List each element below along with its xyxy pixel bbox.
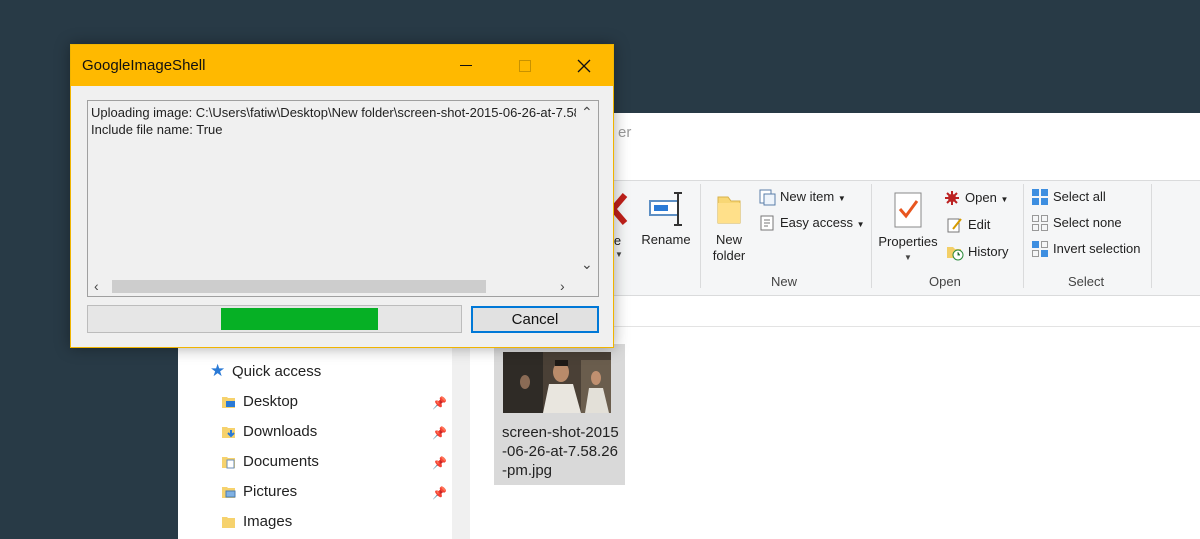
rename-icon: [649, 192, 682, 226]
log-text: Uploading image: C:\Users\fatiw\Desktop\…: [91, 104, 577, 138]
nav-item-label: Downloads: [243, 423, 318, 440]
open-dropdown-icon: ▼: [1000, 195, 1009, 204]
nav-item-images[interactable]: Images: [221, 511, 451, 533]
edit-button[interactable]: Edit: [946, 215, 1006, 235]
new-group-label: New: [771, 274, 798, 289]
new-folder-label-1: New: [715, 232, 742, 247]
file-thumbnail: [503, 352, 611, 413]
open-group-label: Open: [929, 274, 961, 289]
dialog-title-bar[interactable]: GoogleImageShell: [71, 45, 613, 86]
properties-dropdown-icon: ▼: [904, 253, 912, 262]
history-icon: [946, 243, 964, 261]
invert-selection-label: Invert selection: [1053, 241, 1141, 256]
properties-icon: [894, 192, 922, 228]
ribbon-separator: [1023, 184, 1024, 288]
properties-label: Properties: [878, 234, 938, 249]
easy-access-icon: [758, 214, 776, 232]
invert-selection-button[interactable]: Invert selection: [1031, 239, 1151, 259]
minimize-icon: [460, 65, 472, 67]
upload-dialog: GoogleImageShell Uploading image: C:\Use…: [70, 44, 614, 348]
explorer-title: er: [618, 124, 632, 141]
rename-label: Rename: [641, 232, 691, 247]
nav-item-label: Images: [243, 513, 293, 530]
new-item-button[interactable]: New item ▼: [758, 187, 868, 207]
select-none-label: Select none: [1053, 215, 1122, 230]
nav-item-downloads[interactable]: Downloads: [221, 421, 451, 443]
easy-access-label: Easy access: [780, 215, 853, 230]
new-item-dropdown-icon: ▼: [837, 194, 846, 203]
close-icon: [577, 59, 591, 73]
history-button[interactable]: History: [946, 242, 1016, 262]
downloads-folder-icon: [221, 424, 237, 440]
open-icon: [943, 189, 961, 207]
new-item-icon: [758, 188, 776, 206]
upload-progress-bar: [87, 305, 462, 333]
log-textbox[interactable]: Uploading image: C:\Users\fatiw\Desktop\…: [87, 100, 599, 297]
pin-icon[interactable]: 📌: [432, 487, 447, 499]
file-item[interactable]: screen-shot-2015-06-26-at-7.58.26-pm.jpg: [494, 344, 625, 485]
folder-icon: [221, 514, 237, 530]
nav-item-label: Desktop: [243, 393, 299, 410]
select-all-label: Select all: [1053, 189, 1106, 204]
rename-button[interactable]: Rename: [639, 191, 693, 271]
new-item-label: New item: [780, 189, 835, 204]
scroll-down-icon[interactable]: ⌄: [581, 257, 593, 271]
horizontal-scrollbar[interactable]: ‹ ›: [88, 276, 576, 296]
new-folder-label-2: folder: [712, 248, 746, 263]
easy-access-button[interactable]: Easy access ▼: [758, 213, 868, 233]
vertical-scrollbar[interactable]: ⌃ ⌄: [576, 101, 598, 275]
navigation-scrollbar[interactable]: [452, 335, 470, 539]
select-none-button[interactable]: Select none: [1031, 213, 1141, 233]
pin-icon[interactable]: 📌: [432, 457, 447, 469]
log-line: Uploading image: C:\Users\fatiw\Desktop\…: [91, 105, 577, 120]
cancel-button[interactable]: Cancel: [471, 306, 599, 333]
easy-access-dropdown-icon: ▼: [856, 220, 865, 229]
nav-item-desktop[interactable]: Desktop: [221, 391, 451, 413]
nav-item-documents[interactable]: Documents: [221, 451, 451, 473]
select-all-icon: [1031, 188, 1049, 206]
navigation-pane: ⌃ ★ Quick access Desktop Downloads Docum…: [178, 323, 470, 539]
new-folder-button[interactable]: New folder: [708, 191, 750, 271]
select-group-label: Select: [1068, 274, 1105, 289]
documents-folder-icon: [221, 454, 237, 470]
nav-item-label: Documents: [243, 453, 319, 470]
select-all-button[interactable]: Select all: [1031, 187, 1141, 207]
scroll-right-icon[interactable]: ›: [560, 279, 565, 293]
scroll-left-icon[interactable]: ‹: [94, 279, 99, 293]
close-button[interactable]: [561, 45, 607, 86]
minimize-button[interactable]: [443, 45, 489, 86]
nav-item-pictures[interactable]: Pictures: [221, 481, 451, 503]
ribbon-separator: [871, 184, 872, 288]
nav-item-quick-access[interactable]: ★ Quick access: [210, 361, 430, 383]
desktop-folder-icon: [221, 394, 237, 410]
properties-button[interactable]: Properties ▼: [876, 191, 940, 271]
nav-item-label: Pictures: [243, 483, 298, 500]
progress-fill: [221, 308, 378, 330]
invert-selection-icon: [1031, 240, 1049, 258]
new-folder-icon: [717, 196, 741, 224]
pin-icon[interactable]: 📌: [432, 397, 447, 409]
maximize-icon: [519, 59, 531, 72]
nav-item-label: Quick access: [232, 363, 322, 380]
maximize-button: [502, 45, 548, 86]
ribbon-separator: [1151, 184, 1152, 288]
open-label: Open: [965, 190, 997, 205]
edit-icon: [946, 216, 964, 234]
history-label: History: [968, 244, 1009, 259]
pictures-folder-icon: [221, 484, 237, 500]
file-name: screen-shot-2015-06-26-at-7.58.26-pm.jpg: [502, 424, 619, 479]
star-icon: ★: [210, 361, 226, 380]
horizontal-scroll-thumb[interactable]: [112, 280, 486, 293]
dialog-title: GoogleImageShell: [82, 57, 206, 74]
scroll-up-icon[interactable]: ⌃: [581, 105, 593, 119]
ribbon-separator: [700, 184, 701, 288]
open-button[interactable]: Open ▼: [943, 188, 1023, 208]
edit-label: Edit: [968, 217, 991, 232]
select-none-icon: [1031, 214, 1049, 232]
pin-icon[interactable]: 📌: [432, 427, 447, 439]
log-line: Include file name: True: [91, 122, 223, 137]
